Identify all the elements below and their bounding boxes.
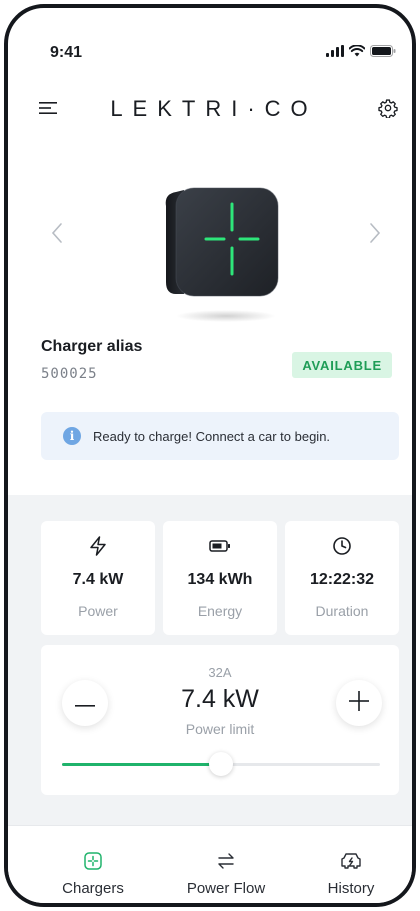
- history-icon: [340, 850, 362, 872]
- power-limit-slider[interactable]: [62, 752, 380, 776]
- app-header: LEKTRI·CO: [8, 90, 412, 130]
- energy-stat-card: 134 kWh Energy: [163, 521, 277, 635]
- info-icon: i: [63, 427, 81, 445]
- power-stat-card: 7.4 kW Power: [41, 521, 155, 635]
- status-icons: [326, 44, 396, 62]
- nav-label-chargers: Chargers: [62, 880, 124, 897]
- battery-icon: [370, 44, 396, 62]
- charger-info: Charger alias 500025 AVAILABLE: [8, 334, 412, 394]
- power-flow-icon: [216, 850, 236, 872]
- status-badge: AVAILABLE: [292, 352, 392, 378]
- plus-icon: [349, 690, 369, 716]
- power-value: 7.4 kW: [72, 571, 124, 588]
- slider-fill: [62, 763, 221, 766]
- stats-panel: 7.4 kW Power 134 kWh Energy 12:22:32 Dur…: [8, 495, 412, 825]
- charger-image: [154, 166, 284, 326]
- charger-carousel: [8, 148, 412, 338]
- settings-button[interactable]: [376, 98, 400, 122]
- clock-icon: [285, 535, 399, 557]
- chevron-left-icon: [51, 222, 63, 249]
- previous-charger-button[interactable]: [42, 220, 72, 250]
- limit-amps: 32A: [208, 665, 232, 680]
- brand-logo: LEKTRI·CO: [110, 96, 318, 121]
- slider-thumb[interactable]: [209, 752, 233, 776]
- limit-label: Power limit: [185, 721, 255, 737]
- bottom-nav: Chargers Power Flow History: [8, 825, 412, 903]
- status-time: 9:41: [50, 44, 83, 61]
- power-limit-card: 32A 7.4 kW Power limit: [41, 645, 399, 795]
- chevron-right-icon: [369, 222, 381, 249]
- nav-history[interactable]: History: [291, 850, 411, 897]
- phone-frame: 9:41 LEKTRI·CO Charger alias 500025 AVAI…: [4, 4, 416, 907]
- gear-icon: [378, 98, 398, 123]
- charger-id: 500025: [41, 366, 98, 382]
- nav-label-power-flow: Power Flow: [186, 880, 266, 897]
- charger-alias[interactable]: Charger alias: [41, 338, 142, 356]
- energy-value: 134 kWh: [187, 571, 253, 588]
- power-label: Power: [78, 603, 118, 619]
- duration-stat-card: 12:22:32 Duration: [285, 521, 399, 635]
- wifi-icon: [348, 44, 366, 62]
- nav-chargers[interactable]: Chargers: [33, 850, 153, 897]
- increase-limit-button[interactable]: [336, 680, 382, 726]
- info-banner-text: Ready to charge! Connect a car to begin.: [93, 428, 331, 444]
- duration-value: 12:22:32: [309, 571, 375, 588]
- info-banner: i Ready to charge! Connect a car to begi…: [41, 412, 399, 460]
- bolt-icon: [41, 535, 155, 557]
- status-bar: 9:41: [8, 8, 412, 68]
- nav-power-flow[interactable]: Power Flow: [166, 850, 286, 897]
- app-screen: 9:41 LEKTRI·CO Charger alias 500025 AVAI…: [8, 8, 412, 903]
- battery-icon: [163, 535, 277, 557]
- signal-icon: [326, 44, 344, 62]
- next-charger-button[interactable]: [360, 220, 390, 250]
- charger-icon: [84, 850, 102, 872]
- duration-label: Duration: [315, 603, 369, 619]
- energy-label: Energy: [197, 603, 243, 619]
- nav-label-history: History: [327, 880, 375, 897]
